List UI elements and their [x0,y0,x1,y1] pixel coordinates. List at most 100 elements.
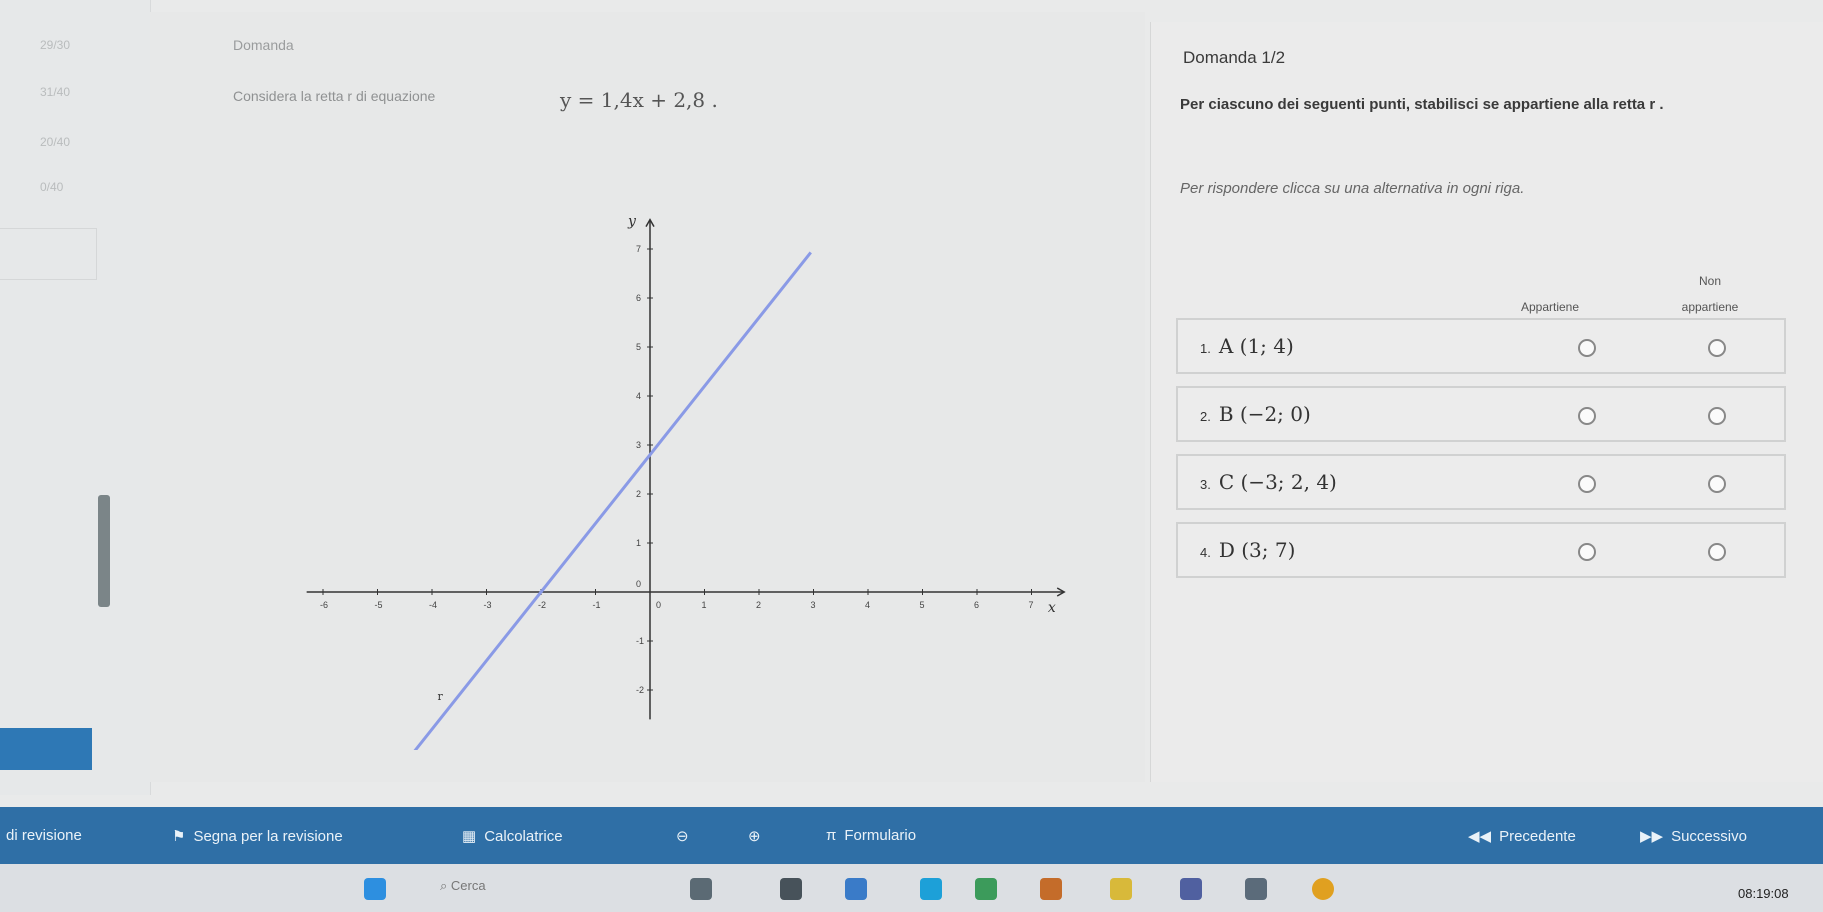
x-tick-label: -6 [320,600,328,610]
graph-ticks: -6 -5 -4 -3 -2 -1 0 1 2 3 4 5 6 7 7 6 5 4 3 2 1 0 -1 -2 [320,244,1034,695]
radio-belongs[interactable] [1578,407,1596,425]
radio-not-belongs[interactable] [1708,407,1726,425]
point-label: A (1; 4) [1218,334,1294,358]
y-tick-label: 0 [636,579,641,589]
x-tick-label: 6 [974,600,979,610]
rewind-icon: ◀◀ [1468,828,1492,845]
next-label: Successivo [1671,828,1747,845]
point-label: B (−2; 0) [1218,402,1311,426]
app-icon[interactable] [1040,878,1062,900]
next-button[interactable]: ▶▶ Successivo [1640,827,1747,845]
answer-row-3: 3. C (−3; 2, 4) [1176,454,1786,510]
row-number: 1. [1200,341,1211,356]
question-text: Considera la retta r di equazione [233,88,436,104]
y-tick-label: 6 [636,293,641,303]
line-r [413,251,812,750]
point-label: D (3; 7) [1218,538,1296,562]
question-navigator: 29/30 31/40 20/40 0/40 [0,0,151,795]
y-tick-label: 5 [636,342,641,352]
nav-item-1[interactable]: 29/30 [40,38,70,52]
y-axis-label: y [627,214,637,230]
x-tick-label: -4 [429,600,437,610]
y-tick-label: 7 [636,244,641,254]
previous-label: Precedente [1499,828,1576,845]
nav-box[interactable] [0,228,97,280]
y-tick-label: 3 [636,440,641,450]
calculator-icon: ▦ [462,828,477,845]
flag-icon: ⚑ [172,828,186,845]
row-number: 3. [1200,477,1211,492]
question-equation: y = 1,4x + 2,8 . [560,88,718,112]
nav-item-2[interactable]: 31/40 [40,85,70,99]
x-axis-label: x [1048,600,1056,616]
x-tick-label: 7 [1029,600,1034,610]
calculator-label: Calcolatrice [484,828,563,845]
exam-toolbar: di revisione ⚑ Segna per la revisione ▦ Ca… [0,807,1823,864]
radio-not-belongs[interactable] [1708,543,1726,561]
x-tick-label: -5 [375,600,383,610]
answer-row-1: 1. A (1; 4) [1176,318,1786,374]
question-counter: Domanda 1/2 [1183,48,1286,67]
nav-item-3[interactable]: 20/40 [40,135,70,149]
answer-row-4: 4. D (3; 7) [1176,522,1786,578]
radio-belongs[interactable] [1578,475,1596,493]
y-tick-label: 1 [636,538,641,548]
column-header-not-belongs-2: appartiene [1681,300,1739,314]
x-tick-label: 0 [656,600,661,610]
y-tick-label: 4 [636,391,641,401]
radio-belongs[interactable] [1578,339,1596,357]
zoom-in-icon: ⊕ [748,828,761,845]
chrome-icon[interactable] [1312,878,1334,900]
mark-label: Segna per la revisione [193,828,343,845]
start-icon[interactable] [364,878,386,900]
x-tick-label: 3 [811,600,816,610]
x-tick-label: 2 [756,600,761,610]
x-tick-label: -3 [484,600,492,610]
y-tick-label: -1 [636,636,644,646]
taskview-icon[interactable] [690,878,712,900]
taskbar-search[interactable]: ⌕ Cerca [440,878,486,894]
calculator-button[interactable]: ▦ Calcolatrice [462,827,563,845]
zoom-out-button[interactable]: ⊖ [676,827,689,845]
explorer-icon[interactable] [780,878,802,900]
edge-icon[interactable] [920,878,942,900]
nav-active-item[interactable] [0,728,92,770]
row-number: 4. [1200,545,1211,560]
x-tick-label: 4 [865,600,870,610]
radio-not-belongs[interactable] [1708,339,1726,357]
app-icon[interactable] [1180,878,1202,900]
zoom-in-button[interactable]: ⊕ [748,827,761,845]
x-tick-label: -1 [593,600,601,610]
column-header-belongs: Appartiene [1520,300,1580,314]
radio-belongs[interactable] [1578,543,1596,561]
answer-row-2: 2. B (−2; 0) [1176,386,1786,442]
formulas-button[interactable]: π Formulario [826,827,916,844]
forward-icon: ▶▶ [1640,828,1664,845]
instruction-text: Per ciascuno dei seguenti punti, stabili… [1180,96,1664,113]
x-tick-label: 1 [702,600,707,610]
os-taskbar: ⌕ Cerca 08:19:08 [0,864,1823,912]
x-tick-label: 5 [920,600,925,610]
column-header-not-belongs-1: Non [1698,274,1721,288]
graph-axes [306,218,1066,720]
chat-icon[interactable] [845,878,867,900]
previous-button[interactable]: ◀◀ Precedente [1468,827,1576,845]
y-tick-label: -2 [636,685,644,695]
question-header: Domanda [233,37,294,53]
radio-not-belongs[interactable] [1708,475,1726,493]
search-icon: ⌕ [440,878,451,893]
folder-icon[interactable] [1110,878,1132,900]
line-r-label: r [437,690,443,703]
app-icon[interactable] [975,878,997,900]
app-icon[interactable] [1245,878,1267,900]
mark-for-review-button[interactable]: ⚑ Segna per la revisione [172,827,343,845]
pi-icon: π [826,827,837,844]
row-number: 2. [1200,409,1211,424]
x-tick-label: -2 [538,600,546,610]
nav-item-4[interactable]: 0/40 [40,180,63,194]
y-tick-label: 2 [636,489,641,499]
point-label: C (−3; 2, 4) [1218,470,1337,494]
review-button[interactable]: di revisione [6,827,82,844]
scrollbar[interactable] [98,495,110,607]
hint-text: Per rispondere clicca su una alternativa… [1180,180,1525,197]
